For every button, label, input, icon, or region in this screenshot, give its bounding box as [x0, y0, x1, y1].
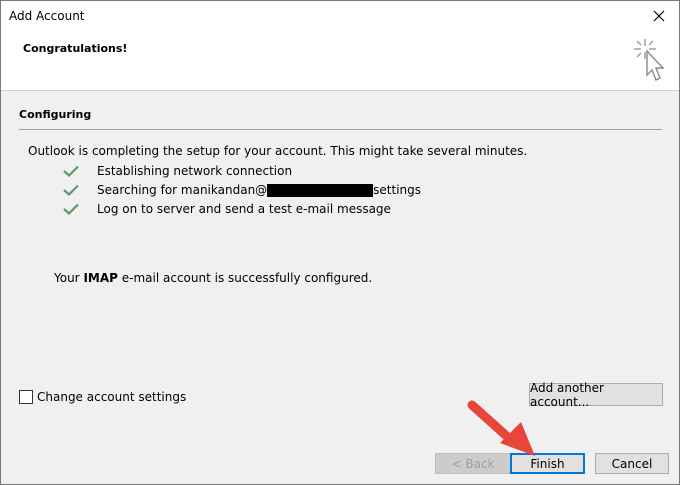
close-button[interactable] — [639, 1, 679, 31]
step-label: Log on to server and send a test e-mail … — [97, 202, 391, 216]
title-bar: Add Account — [1, 1, 679, 31]
dialog-header: Congratulations! — [1, 31, 679, 91]
cancel-button[interactable]: Cancel — [595, 453, 669, 474]
window-title: Add Account — [9, 9, 85, 23]
section-title: Configuring — [19, 108, 92, 121]
change-settings-label[interactable]: Change account settings — [37, 390, 186, 404]
add-another-account-button[interactable]: Add another account... — [529, 381, 663, 409]
change-settings-option[interactable]: Change account settings — [19, 390, 186, 404]
add-account-dialog: Add Account Congratulations! Configuring… — [0, 0, 680, 485]
check-icon — [63, 203, 79, 215]
step-label-suffix: settings — [373, 183, 422, 197]
section-divider — [19, 129, 662, 130]
change-settings-checkbox[interactable] — [19, 390, 33, 404]
header-title: Congratulations! — [23, 42, 128, 55]
step-item: Establishing network connection — [63, 164, 292, 178]
step-item: Searching for manikandan@ settings — [63, 183, 421, 197]
step-label: Establishing network connection — [97, 164, 293, 178]
step-label-prefix: Searching for manikandan@ — [97, 183, 268, 197]
check-icon — [63, 165, 79, 177]
redacted-email — [267, 183, 374, 197]
protocol-name: IMAP — [83, 271, 118, 285]
annotation-arrow — [467, 400, 535, 456]
intro-text: Outlook is completing the setup for your… — [28, 144, 528, 158]
cursor-sparkle-icon — [634, 39, 665, 81]
success-message: Your IMAP e-mail account is successfully… — [54, 271, 373, 285]
close-icon — [653, 10, 665, 22]
step-item: Log on to server and send a test e-mail … — [63, 202, 391, 216]
check-icon — [63, 184, 79, 196]
